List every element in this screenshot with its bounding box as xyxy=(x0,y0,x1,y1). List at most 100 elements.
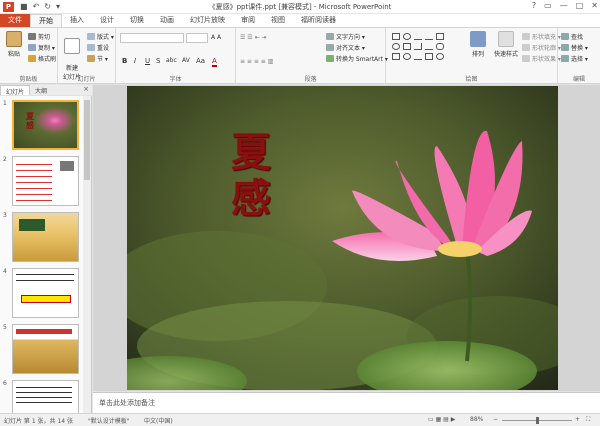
restore-ribbon-icon[interactable]: ▭ xyxy=(544,1,552,10)
freeform-shape-icon[interactable] xyxy=(414,53,422,60)
pane-tabs: 幻灯片 大纲 × xyxy=(0,85,92,96)
smartart-button[interactable]: 转换为 SmartArt ▾ xyxy=(326,54,388,63)
copy-button[interactable]: 复制 ▾ xyxy=(28,43,55,52)
zoom-out-icon[interactable]: − xyxy=(493,416,498,423)
view-buttons[interactable]: ▭ ▦ ▤ ▶ xyxy=(428,416,455,423)
tab-review[interactable]: 审阅 xyxy=(233,14,263,27)
font-size-combo[interactable] xyxy=(186,33,208,43)
undo-icon[interactable]: ↶ xyxy=(33,2,40,11)
tab-animations[interactable]: 动画 xyxy=(152,14,182,27)
quick-styles-button[interactable]: 快速样式 xyxy=(492,31,520,58)
align-buttons[interactable]: ≡ ≡ ≡ ≡ ▥ xyxy=(240,57,273,66)
fit-slide-icon[interactable]: ⛶ xyxy=(586,416,590,424)
customize-icon[interactable]: ▾ xyxy=(56,2,60,11)
paragraph-group-label: 段落 xyxy=(304,76,317,83)
select-icon xyxy=(561,55,569,62)
editing-group-label: 编辑 xyxy=(572,76,585,83)
slide-thumbnail[interactable] xyxy=(12,212,79,262)
thumbnail-scrollbar[interactable] xyxy=(83,96,91,413)
reset-button[interactable]: 重设 xyxy=(87,43,109,52)
font-color-button[interactable]: A xyxy=(212,57,217,67)
tab-design[interactable]: 设计 xyxy=(92,14,122,27)
rectangle-shape-icon[interactable] xyxy=(392,33,400,40)
tab-foxit[interactable]: 福昕阅读器 xyxy=(293,14,344,27)
replace-button[interactable]: 替换 ▾ xyxy=(561,43,588,52)
line-shape-icon[interactable] xyxy=(414,33,422,40)
shape-outline-button[interactable]: 形状轮廓 ▾ xyxy=(522,43,561,52)
format-painter-button[interactable]: 格式刷 xyxy=(28,54,56,63)
powerpoint-logo-icon: P xyxy=(3,1,14,12)
oval-shape-icon[interactable] xyxy=(403,33,411,40)
slide-title[interactable]: 夏 感 xyxy=(225,130,277,222)
current-slide[interactable]: 夏 感 xyxy=(127,86,558,390)
minimize-button[interactable]: — xyxy=(560,1,568,10)
layout-button[interactable]: 版式 ▾ xyxy=(87,32,114,41)
arrange-button[interactable]: 排列 xyxy=(466,31,490,58)
close-pane-icon[interactable]: × xyxy=(83,85,89,93)
font-name-combo[interactable] xyxy=(120,33,184,43)
zoom-level[interactable]: 88% xyxy=(470,416,483,423)
star-shape-icon[interactable] xyxy=(392,53,400,60)
strikethrough-button[interactable]: S xyxy=(156,57,160,65)
change-case-button[interactable]: Aa xyxy=(196,57,205,65)
text-direction-button[interactable]: 文字方向 ▾ xyxy=(326,32,365,41)
connector-shape-icon[interactable] xyxy=(414,43,422,50)
find-label: 查找 xyxy=(571,34,584,41)
slide-thumbnail[interactable] xyxy=(12,324,79,374)
maximize-button[interactable]: □ xyxy=(576,1,584,10)
cut-button[interactable]: 剪切 xyxy=(28,32,50,41)
close-button[interactable]: ✕ xyxy=(591,1,598,10)
arrow-shape-icon[interactable] xyxy=(425,33,433,40)
smiley-shape-icon[interactable] xyxy=(403,53,411,60)
align-text-button[interactable]: 对齐文本 ▾ xyxy=(326,43,365,52)
find-button[interactable]: 查找 xyxy=(561,32,583,41)
textbox-shape-icon[interactable] xyxy=(403,43,411,50)
language-indicator[interactable]: 中文(中国) xyxy=(144,416,173,425)
circle-shape-icon[interactable] xyxy=(392,43,400,50)
tab-transitions[interactable]: 切换 xyxy=(122,14,152,27)
reset-label: 重设 xyxy=(97,45,110,52)
tab-outline-pane[interactable]: 大纲 xyxy=(30,85,52,95)
slide-thumbnail[interactable] xyxy=(12,380,79,413)
brace-shape-icon[interactable] xyxy=(436,43,444,50)
theme-name[interactable]: "默认设计模板" xyxy=(88,416,130,425)
clipboard-group-label: 剪贴板 xyxy=(19,76,38,83)
slide-thumbnail[interactable] xyxy=(12,268,79,318)
help-icon[interactable]: ? xyxy=(532,1,536,10)
notes-pane[interactable]: 单击此处添加备注 xyxy=(93,392,600,413)
select-button[interactable]: 选择 ▾ xyxy=(561,54,588,63)
tab-slides-pane[interactable]: 幻灯片 xyxy=(0,85,31,96)
text-shadow-button[interactable]: abc xyxy=(166,57,177,64)
char-spacing-button[interactable]: AV xyxy=(182,57,190,64)
redo-icon[interactable]: ↻ xyxy=(44,2,51,11)
scrollbar-thumb[interactable] xyxy=(84,100,90,180)
status-bar: 幻灯片 第 1 张，共 14 张 "默认设计模板" 中文(中国) ▭ ▦ ▤ ▶… xyxy=(0,413,600,426)
tab-file[interactable]: 文件 xyxy=(0,14,30,27)
drawing-group: 排列 快速样式 形状填充 ▾ 形状轮廓 ▾ 形状效果 ▾ 绘图 xyxy=(386,28,561,84)
font-grow-button[interactable]: A A xyxy=(211,33,221,42)
bold-button[interactable]: B xyxy=(122,57,127,65)
curve-shape-icon[interactable] xyxy=(425,43,433,50)
shape-effects-button[interactable]: 形状效果 ▾ xyxy=(522,54,561,63)
more-shapes-icon[interactable] xyxy=(436,53,444,60)
zoom-slider-handle[interactable] xyxy=(536,417,539,424)
slide-thumbnail[interactable] xyxy=(12,156,79,206)
callout-shape-icon[interactable] xyxy=(425,53,433,60)
section-button[interactable]: 节 ▾ xyxy=(87,54,108,63)
tab-home[interactable]: 开始 xyxy=(30,14,62,27)
zoom-in-icon[interactable]: + xyxy=(575,416,580,423)
bullets-button[interactable]: ☰ ☰ ⇤ ⇥ xyxy=(240,33,267,42)
rounded-rect-shape-icon[interactable] xyxy=(436,33,444,40)
paste-button[interactable]: 粘贴 xyxy=(2,31,26,58)
slide-thumbnail[interactable]: 夏感 xyxy=(12,100,79,150)
italic-button[interactable]: I xyxy=(134,57,136,65)
tab-slideshow[interactable]: 幻灯片放映 xyxy=(182,14,233,27)
tab-view[interactable]: 视图 xyxy=(263,14,293,27)
shape-fill-button[interactable]: 形状填充 ▾ xyxy=(522,32,561,41)
save-icon[interactable]: ■ xyxy=(20,2,28,11)
underline-button[interactable]: U xyxy=(145,57,150,65)
paste-icon xyxy=(6,31,22,47)
thumb-number: 3 xyxy=(3,212,7,219)
new-slide-icon xyxy=(64,38,80,54)
tab-insert[interactable]: 插入 xyxy=(62,14,92,27)
